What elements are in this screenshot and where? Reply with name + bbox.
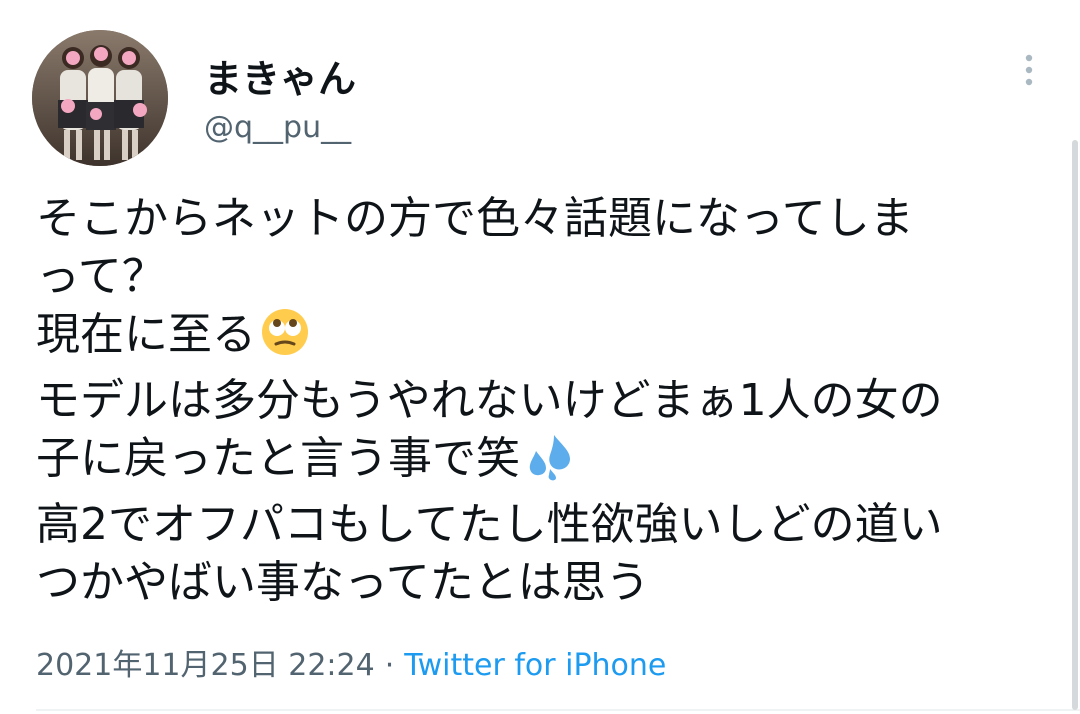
tweet-text-segment: 子に戻ったと言う事で笑	[36, 433, 520, 484]
tweet-meta: 2021年11月25日 22:24 · Twitter for iPhone	[36, 640, 666, 684]
divider	[36, 709, 1080, 711]
meta-separator: ·	[384, 648, 395, 683]
tweet-timestamp[interactable]: 2021年11月25日 22:24	[36, 648, 375, 683]
tweet-text-line: モデルは多分もうやれないけどまぁ1人の女の	[36, 375, 943, 426]
tweet-text-line: 現在に至る	[36, 306, 1036, 372]
avatar[interactable]	[32, 30, 168, 166]
scrollbar[interactable]	[1072, 140, 1078, 710]
tweet-text-line: つかやばい事なってたとは思う	[36, 557, 650, 608]
user-handle[interactable]: @q__pu__	[204, 110, 351, 145]
sweat-droplets-emoji	[524, 431, 574, 496]
display-name[interactable]: まきゃん	[204, 48, 356, 103]
tweet-text: そこからネットの方で色々話題になってしま って？ 現在に至る モデルは多分もうや…	[36, 190, 1036, 612]
tweet-text-line: そこからネットの方で色々話題になってしま	[36, 193, 914, 244]
vertical-ellipsis-icon	[1025, 54, 1033, 86]
rolling-eyes-emoji	[260, 307, 310, 372]
avatar-photo-icon	[32, 30, 168, 166]
tweet-text-line: 高2でオフパコもしてたし性欲強いしどの道い	[36, 499, 943, 550]
tweet-text-segment: 現在に至る	[36, 309, 256, 360]
tweet-text-line: 子に戻ったと言う事で笑	[36, 430, 1036, 496]
tweet: まきゃん @q__pu__ そこからネットの方で色々話題になってしま って？ 現…	[0, 0, 1080, 714]
more-options-button[interactable]	[1012, 50, 1046, 90]
tweet-text-line: って？	[36, 251, 166, 302]
tweet-source-link[interactable]: Twitter for iPhone	[404, 648, 666, 683]
